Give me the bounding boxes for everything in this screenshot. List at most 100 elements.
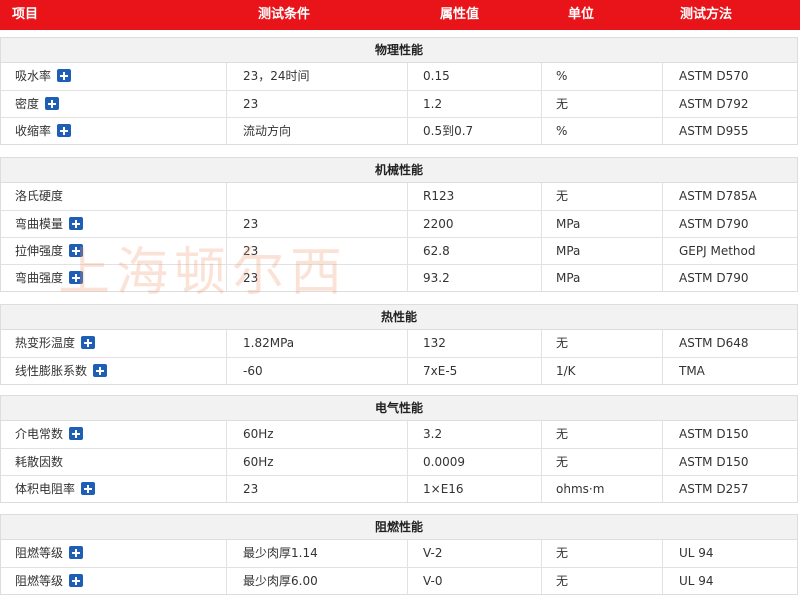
- expand-plus-icon[interactable]: [69, 271, 84, 284]
- unit: 无: [556, 574, 569, 588]
- property-name: 阻燃等级: [15, 546, 64, 560]
- test-method: UL 94: [679, 574, 714, 588]
- property-name-cell: 吸水率: [15, 63, 72, 90]
- column-divider: [226, 118, 227, 144]
- column-divider: [541, 265, 542, 291]
- test-condition: -60: [243, 364, 263, 378]
- property-name: 密度: [15, 97, 40, 111]
- column-divider: [541, 330, 542, 357]
- section-title: 物理性能: [1, 38, 797, 63]
- expand-plus-icon[interactable]: [69, 574, 84, 587]
- column-divider: [541, 540, 542, 567]
- column-divider: [407, 118, 408, 144]
- test-method: ASTM D785A: [679, 189, 757, 203]
- test-method: ASTM D570: [679, 69, 749, 83]
- table-row: 阻燃等级 最少肉厚1.14 V-2 无 UL 94: [1, 540, 797, 567]
- column-divider: [407, 211, 408, 237]
- expand-plus-icon[interactable]: [69, 244, 84, 257]
- section-title: 阻燃性能: [1, 515, 797, 540]
- table-row: 弯曲模量 23 2200 MPa ASTM D790: [1, 210, 797, 237]
- column-divider: [226, 330, 227, 357]
- property-name-cell: 阻燃等级: [15, 568, 84, 595]
- column-divider: [662, 265, 663, 291]
- property-name: 体积电阻率: [15, 482, 76, 496]
- test-condition: 23: [243, 244, 259, 258]
- column-divider: [407, 476, 408, 502]
- test-method: UL 94: [679, 546, 714, 560]
- column-divider: [407, 358, 408, 384]
- column-divider: [541, 91, 542, 117]
- property-value: R123: [423, 189, 455, 203]
- expand-plus-icon[interactable]: [69, 546, 84, 559]
- table-row: 密度 23 1.2 无 ASTM D792: [1, 90, 797, 117]
- test-method: ASTM D955: [679, 124, 749, 138]
- column-divider: [662, 358, 663, 384]
- column-divider: [407, 421, 408, 448]
- property-value: 132: [423, 336, 446, 350]
- table-row: 耗散因数 60Hz 0.0009 无 ASTM D150: [1, 448, 797, 475]
- header-item: 项目: [12, 7, 39, 22]
- property-value: V-2: [423, 546, 443, 560]
- column-divider: [226, 183, 227, 210]
- property-name: 阻燃等级: [15, 574, 64, 588]
- property-value: 0.0009: [423, 455, 465, 469]
- property-name: 线性膨胀系数: [15, 364, 88, 378]
- table-row: 热变形温度 1.82MPa 132 无 ASTM D648: [1, 330, 797, 357]
- property-value: 93.2: [423, 271, 450, 285]
- expand-plus-icon[interactable]: [81, 336, 96, 349]
- column-divider: [541, 476, 542, 502]
- column-divider: [226, 449, 227, 475]
- unit: MPa: [556, 244, 581, 258]
- test-condition: 23，24时间: [243, 69, 310, 83]
- property-name-cell: 弯曲模量: [15, 211, 84, 238]
- test-condition: 最少肉厚6.00: [243, 574, 318, 588]
- test-condition: 23: [243, 482, 259, 496]
- table-row: 介电常数 60Hz 3.2 无 ASTM D150: [1, 421, 797, 448]
- column-divider: [541, 421, 542, 448]
- column-divider: [662, 91, 663, 117]
- column-divider: [541, 183, 542, 210]
- column-divider: [662, 63, 663, 90]
- expand-plus-icon[interactable]: [45, 97, 60, 110]
- section-title: 热性能: [1, 305, 797, 330]
- unit: 无: [556, 189, 569, 203]
- section-4: 阻燃性能 阻燃等级 最少肉厚1.14 V-2 无 UL 94 阻燃等级 最少肉厚6.00 V-0…: [0, 514, 798, 595]
- expand-plus-icon[interactable]: [69, 427, 84, 440]
- column-divider: [226, 91, 227, 117]
- column-divider: [662, 238, 663, 264]
- expand-plus-icon[interactable]: [57, 69, 72, 82]
- property-name-cell: 密度: [15, 91, 60, 118]
- expand-plus-icon[interactable]: [57, 124, 72, 137]
- test-condition: 流动方向: [243, 124, 292, 138]
- column-divider: [662, 330, 663, 357]
- property-name-cell: 弯曲强度: [15, 265, 84, 292]
- expand-plus-icon[interactable]: [81, 482, 96, 495]
- test-method: ASTM D648: [679, 336, 749, 350]
- column-divider: [226, 476, 227, 502]
- property-name-cell: 体积电阻率: [15, 476, 96, 503]
- column-divider: [226, 421, 227, 448]
- expand-plus-icon[interactable]: [93, 364, 108, 377]
- table-row: 阻燃等级 最少肉厚6.00 V-0 无 UL 94: [1, 567, 797, 594]
- property-value: 0.15: [423, 69, 450, 83]
- section-1: 机械性能 洛氏硬度 R123 无 ASTM D785A 弯曲模量 23 2200 MPa ASTM…: [0, 157, 798, 292]
- column-divider: [407, 63, 408, 90]
- expand-plus-icon[interactable]: [69, 217, 84, 230]
- property-name-cell: 热变形温度: [15, 330, 96, 357]
- property-value: 62.8: [423, 244, 450, 258]
- column-divider: [226, 63, 227, 90]
- unit: 无: [556, 336, 569, 350]
- test-method: TMA: [679, 364, 705, 378]
- test-condition: 23: [243, 97, 259, 111]
- column-divider: [407, 568, 408, 594]
- column-divider: [407, 330, 408, 357]
- column-divider: [662, 540, 663, 567]
- column-divider: [226, 540, 227, 567]
- property-name-cell: 洛氏硬度: [15, 183, 63, 210]
- column-divider: [541, 63, 542, 90]
- property-value: 1×E16: [423, 482, 464, 496]
- property-value: 3.2: [423, 427, 443, 441]
- test-method: ASTM D792: [679, 97, 749, 111]
- property-name: 收缩率: [15, 124, 52, 138]
- property-value: 7xE-5: [423, 364, 458, 378]
